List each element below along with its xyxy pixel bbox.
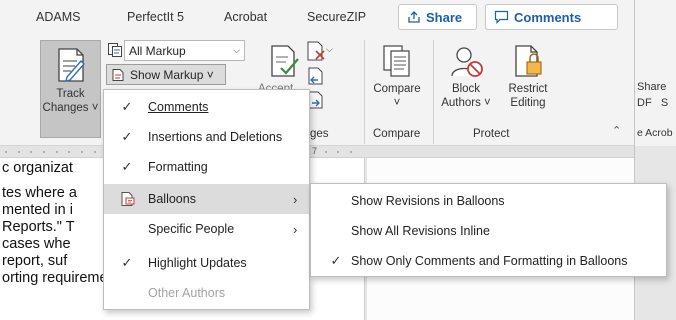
collapse-ribbon-icon[interactable]: ⌃ — [612, 124, 621, 137]
restrict-editing-line2: Editing — [510, 97, 546, 109]
ribbon-right-partial: Share DF S e Acrob — [634, 0, 676, 146]
menu-item-show-all-revisions-inline[interactable]: Show All Revisions Inline — [311, 216, 666, 246]
track-changes-button[interactable]: Track Changes ˅ — [40, 40, 101, 138]
menu-item-label: Specific People — [148, 222, 235, 236]
document-line: mented in i — [2, 202, 73, 218]
show-markup-label: Show Markup ˅ — [130, 67, 214, 82]
balloons-icon — [121, 192, 135, 206]
menu-item-label: Comments — [148, 100, 209, 114]
comment-icon — [494, 10, 509, 24]
menu-item-comments[interactable]: ✓ Comments — [104, 92, 309, 122]
share-label: Share — [426, 9, 463, 25]
block-authors-button[interactable]: Block Authors ˅ — [438, 40, 494, 124]
compare-button[interactable]: Compare ˅ — [366, 40, 428, 124]
share-button[interactable]: Share — [398, 4, 477, 30]
compare-icon — [383, 45, 410, 77]
menu-item-label: Balloons — [148, 192, 196, 206]
comments-button[interactable]: Comments — [485, 4, 618, 30]
menu-item-label: Formatting — [148, 160, 208, 174]
checkmark-icon: ✓ — [121, 129, 133, 144]
ribbon-tab-row: ADAMS PerfectIt 5 Acrobat SecureZIP Shar… — [0, 0, 676, 34]
ribbon-separator — [364, 40, 365, 144]
comments-label: Comments — [514, 9, 582, 25]
checkmark-icon: ✓ — [121, 255, 133, 270]
menu-item-other-authors: Other Authors — [104, 278, 309, 308]
accept-icon — [271, 45, 299, 77]
menu-item-highlight-updates[interactable]: ✓ Highlight Updates — [104, 248, 309, 278]
reject-icon — [307, 41, 325, 61]
share-icon — [408, 11, 420, 23]
protect-group-label: Protect — [473, 128, 510, 140]
menu-item-label: Show Revisions in Balloons — [351, 194, 505, 208]
submenu-arrow-icon: › — [293, 191, 298, 207]
chevron-down-icon: ⌵ — [233, 45, 240, 55]
document-line: tes where a — [2, 185, 77, 201]
submenu-arrow-icon: › — [293, 221, 298, 237]
menu-item-balloons[interactable]: Balloons › — [104, 184, 309, 214]
ribbon-separator — [433, 40, 434, 144]
previous-change-icon — [308, 67, 323, 85]
horizontal-ruler[interactable]: 7 — [0, 146, 634, 158]
balloons-submenu: Show Revisions in Balloons Show All Revi… — [310, 183, 667, 277]
checkmark-icon: ✓ — [330, 253, 342, 268]
markup-view-select[interactable]: All Markup ⌵ — [124, 40, 245, 61]
lock-document-icon — [515, 45, 542, 77]
restrict-editing-button[interactable]: Restrict Editing — [500, 40, 556, 124]
block-authors-icon — [451, 47, 483, 77]
menu-item-label: Insertions and Deletions — [148, 130, 283, 144]
display-for-review-icon — [108, 43, 122, 57]
track-changes-icon — [58, 48, 85, 82]
tab-perfectit[interactable]: PerfectIt 5 — [127, 10, 184, 24]
restrict-editing-line1: Restrict — [508, 83, 548, 95]
document-line: cases whe — [2, 236, 71, 252]
checkmark-icon: ✓ — [121, 159, 133, 174]
menu-item-label: Highlight Updates — [148, 256, 247, 270]
right-partial-line1: Share — [637, 81, 667, 93]
markup-view-value: All Markup — [129, 43, 186, 58]
track-changes-line2: Changes ˅ — [42, 102, 99, 114]
show-markup-button[interactable]: Show Markup ˅ — [106, 64, 226, 85]
show-markup-icon — [112, 68, 124, 81]
menu-item-specific-people[interactable]: Specific People › — [104, 214, 309, 244]
document-line: Reports." T — [2, 219, 75, 235]
changes-group-label: ges — [310, 128, 329, 140]
block-authors-line2: Authors ˅ — [441, 97, 491, 109]
menu-item-insertions-deletions[interactable]: ✓ Insertions and Deletions — [104, 122, 309, 152]
right-partial-line2: DF S — [637, 97, 669, 109]
menu-item-show-revisions-in-balloons[interactable]: Show Revisions in Balloons — [311, 186, 666, 216]
right-partial-line3: e Acrob — [637, 127, 673, 139]
ruler-number: 7 — [312, 146, 318, 156]
document-line: report, suf — [2, 253, 68, 269]
menu-item-formatting[interactable]: ✓ Formatting — [104, 152, 309, 182]
reject-chevron-icon[interactable]: ⌵ — [326, 44, 333, 55]
menu-item-label: Other Authors — [148, 286, 226, 300]
compare-group-label: Compare — [373, 128, 421, 140]
block-authors-line1: Block — [451, 83, 481, 95]
compare-label: Compare — [373, 83, 421, 95]
show-markup-menu: ✓ Comments ✓ Insertions and Deletions ✓ … — [103, 89, 310, 310]
track-changes-line1: Track — [56, 88, 85, 100]
tab-acrobat[interactable]: Acrobat — [224, 10, 267, 24]
tab-securezip[interactable]: SecureZIP — [307, 10, 366, 24]
menu-item-label: Show All Revisions Inline — [351, 224, 490, 238]
document-line: c organizat — [2, 160, 73, 176]
menu-item-label: Show Only Comments and Formatting in Bal… — [351, 254, 628, 268]
tab-adams[interactable]: ADAMS — [36, 10, 80, 24]
menu-item-show-only-comments-formatting[interactable]: ✓ Show Only Comments and Formatting in B… — [311, 246, 666, 276]
checkmark-icon: ✓ — [121, 99, 133, 114]
compare-chevron-icon: ˅ — [393, 97, 401, 109]
